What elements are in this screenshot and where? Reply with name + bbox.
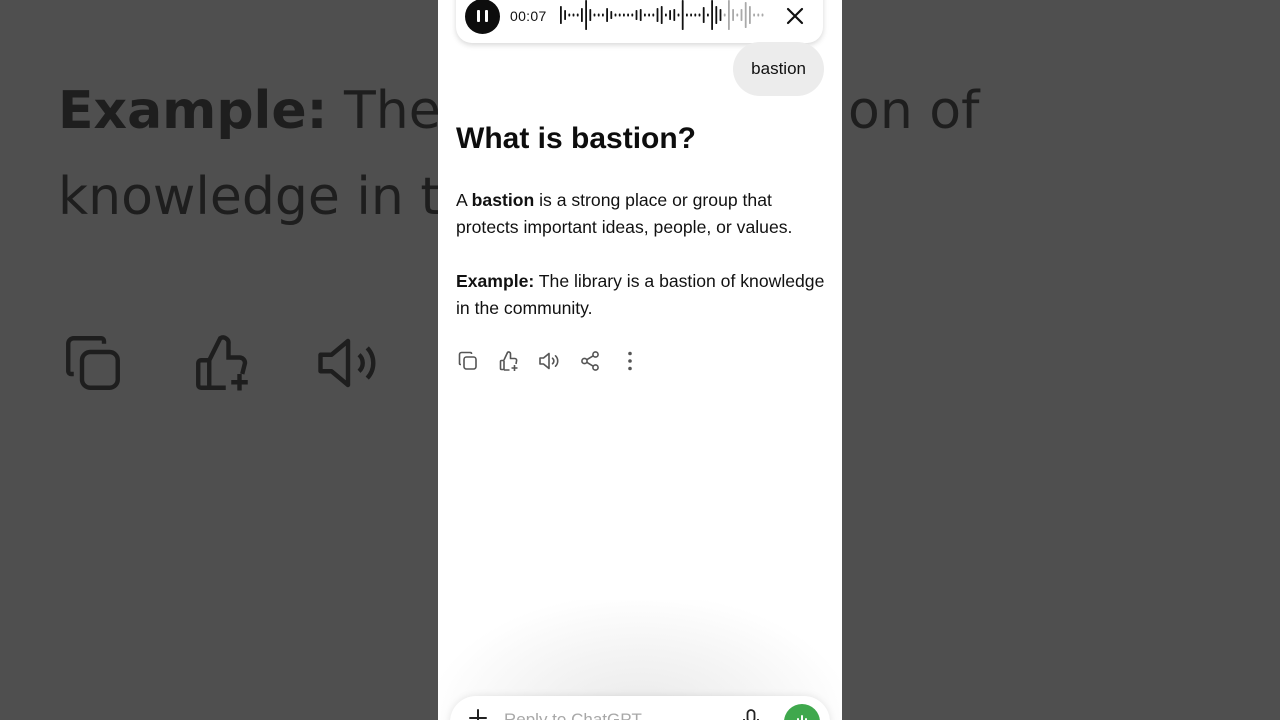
waveform-bar <box>593 13 596 17</box>
waveform-bar <box>585 0 587 30</box>
waveform-bar <box>623 13 625 17</box>
response-title: What is bastion? <box>456 122 696 155</box>
waveform-bar <box>606 8 608 22</box>
waveform-bar <box>736 13 739 17</box>
waveform-bar <box>564 10 566 20</box>
backdrop-line-1: Example: The li <box>58 81 487 141</box>
waveform-bar <box>560 6 562 24</box>
speaker-icon[interactable] <box>537 349 561 373</box>
waveform-bar <box>728 0 730 30</box>
waveform-bar <box>614 13 617 17</box>
waveform-bar <box>673 9 676 21</box>
speaker-icon <box>318 338 376 388</box>
waveform-bar <box>581 8 583 22</box>
waveform-bar <box>660 6 663 24</box>
message-composer <box>450 696 830 720</box>
waveform-bar <box>627 13 629 17</box>
waveform-bar <box>686 13 688 17</box>
waveform-bar <box>602 13 604 17</box>
pause-button[interactable] <box>465 0 500 34</box>
definition-paragraph: A bastion is a strong place or group tha… <box>456 190 793 237</box>
copy-icon <box>66 336 120 390</box>
waveform-bar <box>757 13 760 17</box>
waveform-bar <box>618 13 621 17</box>
share-icon[interactable] <box>578 349 602 373</box>
more-icon[interactable] <box>618 349 642 373</box>
waveform-bar <box>652 13 655 17</box>
voice-mode-button[interactable] <box>784 704 820 720</box>
backdrop-line-1-tail: on of <box>848 81 980 141</box>
waveform-bar <box>740 9 743 21</box>
copy-icon[interactable] <box>456 349 480 373</box>
waveform-bar <box>707 13 709 17</box>
waveform-bar <box>715 6 718 24</box>
backdrop-line-2: knowledge in th <box>58 167 474 227</box>
waveform-bar <box>597 13 600 17</box>
waveform-bar <box>711 0 713 30</box>
waveform-bar <box>665 13 667 17</box>
waveform-bar <box>749 6 751 24</box>
waveform-bar <box>648 13 650 17</box>
waveform-bar <box>635 10 638 20</box>
waveform-bar <box>681 0 684 30</box>
waveform-bar <box>631 13 634 17</box>
waveform-bar <box>639 9 642 21</box>
waveform-bar <box>677 13 680 17</box>
user-message-bubble: bastion <box>733 42 824 96</box>
plus-icon[interactable] <box>468 708 488 720</box>
voice-mode-icon <box>797 715 807 720</box>
example-paragraph: Example: The library is a bastion of kno… <box>456 271 825 318</box>
mic-icon[interactable] <box>740 708 762 720</box>
chat-panel: 00:07 bastion What is bastion? A bastion… <box>438 0 842 720</box>
waveform-bar <box>723 13 726 17</box>
waveform-bar <box>732 9 734 21</box>
audio-playback-bar: 00:07 <box>456 0 823 43</box>
waveform-bar <box>669 10 671 20</box>
thumbs-up-icon[interactable] <box>497 349 521 373</box>
playback-timer: 00:07 <box>510 8 547 24</box>
waveform-bar <box>576 13 579 17</box>
waveform-bar <box>702 7 705 23</box>
waveform-bar <box>568 13 571 17</box>
waveform-bar <box>610 11 613 19</box>
waveform-bar <box>589 9 592 21</box>
waveform-bar <box>761 13 764 17</box>
waveform-bar <box>690 13 692 17</box>
thumbs-up-icon <box>196 335 248 391</box>
waveform-bar <box>644 13 646 17</box>
waveform-bar <box>744 2 747 28</box>
waveform-bar <box>656 8 659 22</box>
waveform-bar <box>694 13 697 17</box>
reply-input[interactable] <box>504 710 704 720</box>
waveform-bar <box>719 9 722 21</box>
close-icon[interactable] <box>784 5 806 27</box>
waveform-bar <box>572 13 575 17</box>
audio-waveform[interactable] <box>558 0 768 31</box>
waveform-bar <box>753 13 755 17</box>
waveform-bar <box>698 13 701 17</box>
